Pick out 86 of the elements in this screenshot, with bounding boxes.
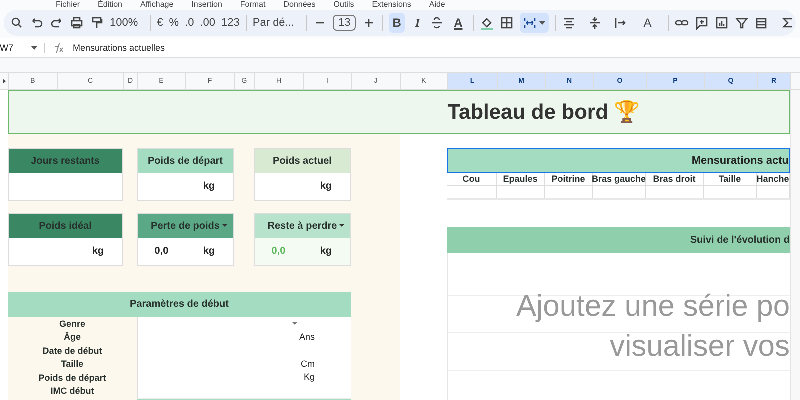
menu-item[interactable]: Format — [240, 0, 266, 10]
merge-cells-button[interactable] — [520, 13, 549, 33]
unit-label: Kg — [304, 372, 315, 382]
row-label: Âge — [62, 332, 82, 342]
bold-button[interactable]: B — [388, 13, 406, 33]
card-header: Poids de départ — [138, 149, 233, 173]
unit-label: kg — [203, 246, 216, 257]
unit-label: kg — [320, 246, 333, 257]
text-wrap-icon[interactable] — [614, 16, 628, 30]
table-view-icon[interactable] — [754, 16, 769, 30]
font-size-field[interactable]: 13 — [333, 15, 356, 31]
card-value: 0,0 — [270, 246, 287, 257]
column-label: Bras gauche — [593, 173, 646, 186]
align-icon[interactable] — [562, 16, 576, 30]
menu-item[interactable]: Édition — [98, 0, 122, 10]
text-rotation-button[interactable]: A — [640, 13, 656, 33]
scrollbar[interactable] — [790, 90, 800, 400]
comment-icon[interactable] — [694, 16, 709, 30]
chart-icon[interactable] — [714, 16, 729, 30]
text-color-button[interactable]: A — [450, 13, 467, 33]
paint-bucket-icon[interactable] — [480, 16, 494, 30]
increase-decimals-button[interactable]: .00 — [200, 17, 216, 29]
vertical-align-icon[interactable] — [588, 16, 602, 30]
card-header: Perte de poids — [138, 214, 233, 238]
section-header: Paramètres de début — [8, 292, 351, 317]
menu-item[interactable]: Outils — [334, 0, 354, 10]
paint-roller-icon[interactable] — [90, 16, 104, 30]
input-cell[interactable]: Cm — [137, 357, 351, 372]
unit-label: kg — [92, 246, 105, 257]
filter-icon[interactable] — [734, 16, 749, 30]
card-header: Poids actuel — [255, 149, 350, 173]
row-label: Poids de départ — [38, 372, 108, 383]
column-label: Bras droit — [646, 173, 704, 186]
sigma-icon[interactable] — [780, 16, 795, 30]
input-cell[interactable] — [137, 384, 351, 398]
section-header[interactable]: Mensurations actu — [447, 148, 790, 173]
column-label: Poitrine — [545, 173, 593, 186]
menu-item[interactable]: Fichier — [56, 0, 80, 10]
font-dropdown[interactable]: Par dé... — [252, 17, 294, 29]
undo-icon[interactable] — [30, 16, 44, 30]
chart-placeholder-text: Ajoutez une série po — [516, 288, 790, 324]
menu-item[interactable]: Extensions — [372, 0, 412, 10]
column-label: Epaules — [497, 173, 545, 186]
row-label: Date de début — [42, 346, 104, 356]
input-cell[interactable]: Ans — [137, 330, 351, 344]
unit-label: kg — [203, 181, 216, 192]
merge-icon[interactable] — [522, 16, 537, 30]
menu-item[interactable]: Aide — [429, 0, 446, 10]
section-header: Suivi de l'évolution d — [447, 227, 790, 253]
caret-icon[interactable] — [538, 21, 546, 25]
card-header: Jours restants — [9, 149, 122, 173]
menu-item[interactable]: Données — [284, 0, 316, 10]
decrease-decimals-button[interactable]: .0 — [185, 17, 194, 29]
dashboard-title: Tableau de bord 🏆 — [8, 90, 790, 134]
column-label: Cou — [447, 173, 497, 186]
unit-label: Cm — [301, 358, 315, 369]
cell-reference[interactable]: W7 — [0, 42, 14, 52]
function-icon — [53, 42, 65, 54]
borders-icon[interactable] — [500, 16, 514, 30]
row-label: IMC début — [50, 386, 96, 396]
menu-item[interactable]: Insertion — [192, 0, 222, 10]
currency-button[interactable]: € — [157, 17, 164, 29]
caret-icon[interactable] — [222, 224, 228, 227]
row-label: Genre — [58, 318, 86, 329]
search-icon[interactable] — [10, 16, 24, 30]
zoom-dropdown[interactable]: 100% — [110, 17, 138, 29]
expand-arrow-icon[interactable] — [2, 78, 6, 84]
strikethrough-icon[interactable] — [430, 16, 444, 30]
card-header: Poids idéal — [9, 214, 122, 238]
unit-label: Ans — [299, 332, 315, 342]
card-value: 0,0 — [154, 246, 170, 257]
percent-button[interactable]: % — [169, 17, 180, 29]
italic-button[interactable]: I — [411, 12, 424, 34]
number-format-button[interactable]: 123 — [222, 17, 240, 29]
row-label: Taille — [60, 359, 85, 370]
column-label: Taille — [704, 173, 757, 186]
card-header: Reste à perdre — [255, 214, 350, 238]
caret-icon[interactable] — [292, 322, 298, 324]
chart-placeholder-text: visualiser vos — [610, 328, 790, 364]
print-icon[interactable] — [70, 16, 84, 30]
formula-text[interactable]: Mensurations actuelles — [73, 42, 166, 52]
caret-icon[interactable] — [339, 224, 345, 227]
redo-icon[interactable] — [50, 16, 64, 30]
caret-icon[interactable] — [31, 46, 38, 50]
menu-item[interactable]: Affichage — [140, 0, 174, 10]
unit-label: kg — [320, 181, 333, 192]
